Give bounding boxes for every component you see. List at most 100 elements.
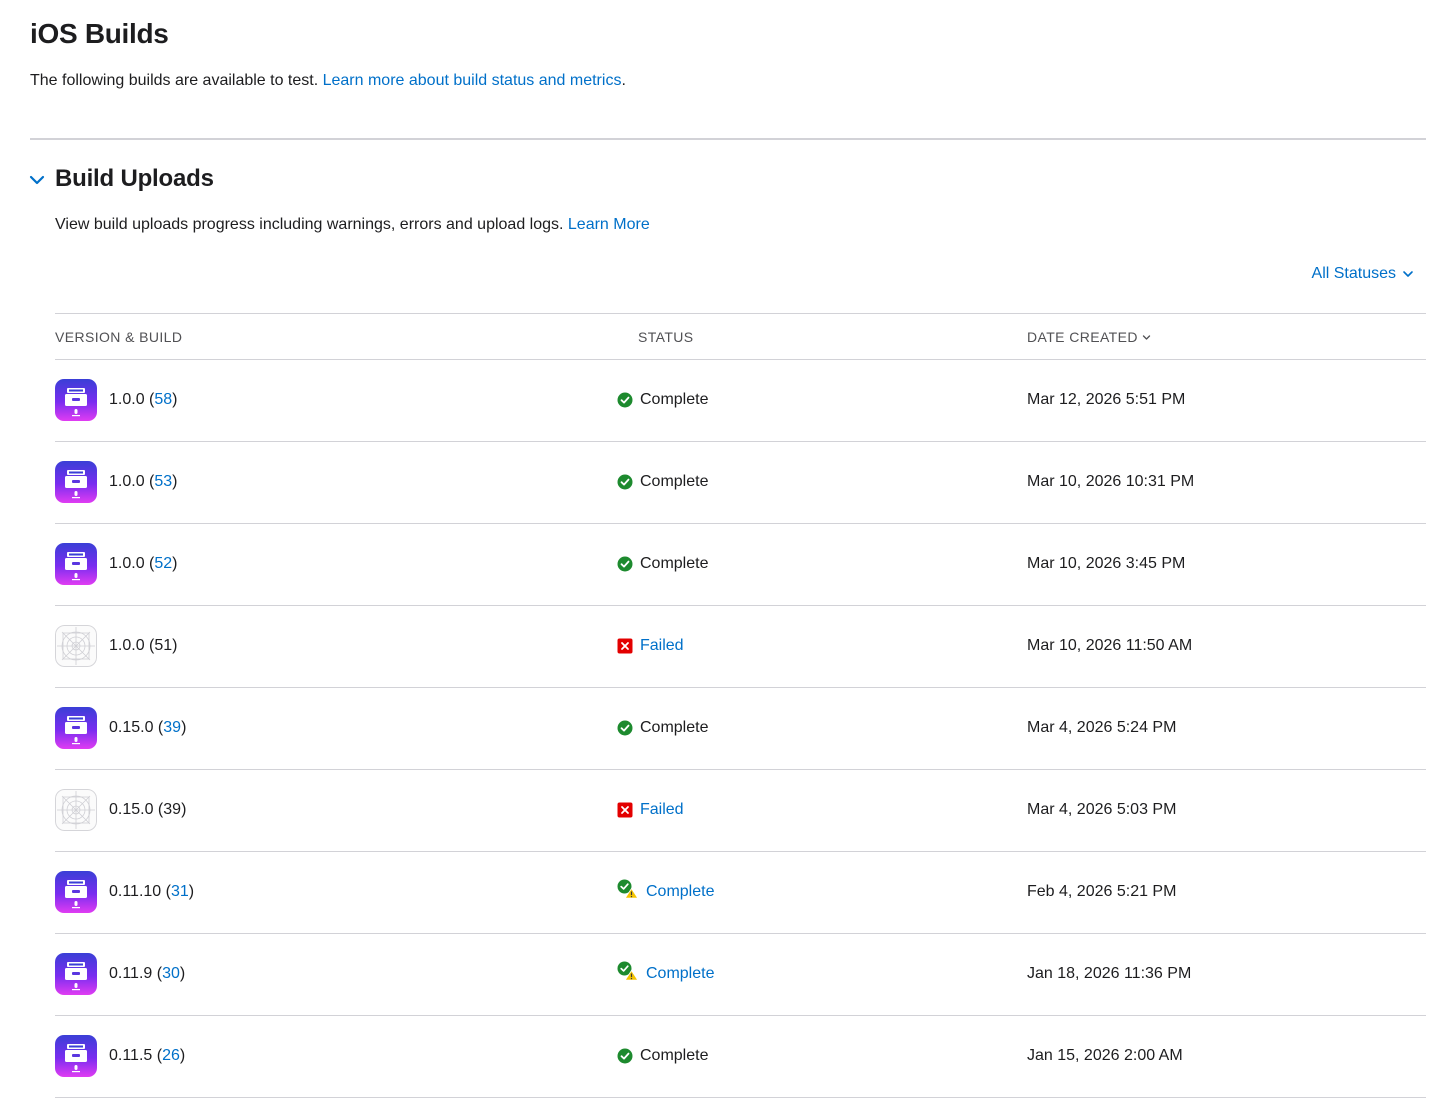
checkmark-circle-icon xyxy=(617,720,633,736)
version-number: 0.15.0 ( xyxy=(109,719,164,736)
status-link[interactable]: Complete xyxy=(646,965,714,983)
learn-more-build-status-link[interactable]: Learn more about build status and metric… xyxy=(323,72,622,89)
date-created: Mar 10, 2026 11:50 AM xyxy=(1027,637,1193,654)
status-cell: Failed xyxy=(617,801,684,819)
section-description: View build uploads progress including wa… xyxy=(55,216,650,234)
build-number-link[interactable]: 58 xyxy=(154,391,172,408)
app-icon xyxy=(55,379,97,421)
version-build: 1.0.0 (51) xyxy=(109,637,177,655)
status-label: Complete xyxy=(640,555,709,572)
status-link[interactable]: Failed xyxy=(640,637,684,655)
status-cell: Complete xyxy=(617,391,708,409)
chevron-down-icon[interactable] xyxy=(28,171,46,189)
page-intro: The following builds are available to te… xyxy=(30,72,626,90)
version-close-paren: ) xyxy=(188,883,195,900)
version-number: 1.0.0 ( xyxy=(109,391,155,408)
version-build: 1.0.0 (53) xyxy=(109,473,177,491)
app-icon xyxy=(55,461,97,503)
page-title: iOS Builds xyxy=(30,18,169,49)
status-cell: Complete xyxy=(617,879,714,901)
status-cell: Complete xyxy=(617,1047,708,1065)
build-number: 51 xyxy=(154,637,173,654)
version-close-paren: ) xyxy=(172,555,178,572)
app-icon xyxy=(55,707,97,749)
table-row[interactable]: 0.15.0 (39) Complete Mar 4, 2026 5:24 PM xyxy=(55,688,1426,770)
table-row[interactable]: 1.0.0 (51) Failed Mar 10, 2026 11:50 AM xyxy=(55,606,1426,688)
table-row[interactable]: 0.15.0 (39) Failed Mar 4, 2026 5:03 PM xyxy=(55,770,1426,852)
column-header-version: VERSION & BUILD xyxy=(55,329,183,345)
column-header-date-label: DATE CREATED xyxy=(1027,329,1138,345)
table-row[interactable]: 1.0.0 (52) Complete Mar 10, 2026 3:45 PM xyxy=(55,524,1426,606)
version-number: 0.11.9 ( xyxy=(109,965,163,982)
version-number: 0.11.10 ( xyxy=(109,883,171,900)
status-cell: Complete xyxy=(617,473,708,491)
app-icon xyxy=(55,871,97,913)
version-close-paren: ) xyxy=(181,719,187,736)
version-number: 0.11.5 ( xyxy=(109,1047,163,1064)
status-filter-dropdown[interactable]: All Statuses xyxy=(1312,265,1414,283)
status-filter-label: All Statuses xyxy=(1311,265,1396,282)
intro-text: The following builds are available to te… xyxy=(30,72,323,89)
status-label: Complete xyxy=(640,473,709,490)
checkmark-warning-icon xyxy=(617,961,639,981)
sort-chevron-icon xyxy=(1142,334,1151,340)
table-header: VERSION & BUILD STATUS DATE CREATED xyxy=(55,313,1426,360)
version-close-paren: ) xyxy=(172,391,178,408)
chevron-down-icon xyxy=(1403,271,1413,277)
build-number-link[interactable]: 52 xyxy=(154,555,172,572)
table-body: 1.0.0 (58) Complete Mar 12, 2026 5:51 PM … xyxy=(55,360,1426,1098)
version-number: 0.15.0 ( xyxy=(109,801,164,818)
status-link[interactable]: Complete xyxy=(646,883,714,901)
version-build: 0.15.0 (39) xyxy=(109,719,186,737)
version-build: 1.0.0 (52) xyxy=(109,555,177,573)
checkmark-circle-icon xyxy=(617,392,633,408)
section-description-text: View build uploads progress including wa… xyxy=(55,216,568,233)
build-uploads-table: VERSION & BUILD STATUS DATE CREATED 1.0.… xyxy=(55,313,1426,1098)
app-icon xyxy=(55,543,97,585)
version-build: 0.11.10 (31) xyxy=(109,883,194,901)
date-created: Mar 4, 2026 5:03 PM xyxy=(1027,801,1177,818)
version-close-paren: ) xyxy=(172,637,178,654)
version-number: 1.0.0 ( xyxy=(109,555,155,572)
table-row[interactable]: 0.11.9 (30) Complete Jan 18, 2026 11:36 P… xyxy=(55,934,1426,1016)
version-build: 0.15.0 (39) xyxy=(109,801,186,819)
date-created: Mar 4, 2026 5:24 PM xyxy=(1027,719,1177,736)
checkmark-circle-icon xyxy=(617,556,633,572)
version-close-paren: ) xyxy=(172,473,178,490)
placeholder-icon xyxy=(55,789,97,831)
table-row[interactable]: 1.0.0 (53) Complete Mar 10, 2026 10:31 PM xyxy=(55,442,1426,524)
date-created: Mar 10, 2026 3:45 PM xyxy=(1027,555,1186,572)
build-number-link[interactable]: 31 xyxy=(171,883,189,900)
version-number: 1.0.0 ( xyxy=(109,637,155,654)
build-number: 39 xyxy=(163,801,182,818)
date-created: Feb 4, 2026 5:21 PM xyxy=(1027,883,1177,900)
version-build: 1.0.0 (58) xyxy=(109,391,177,409)
status-cell: Complete xyxy=(617,961,714,983)
placeholder-icon xyxy=(55,625,97,667)
status-label: Complete xyxy=(640,719,709,736)
table-row[interactable]: 0.11.5 (26) Complete Jan 15, 2026 2:00 AM xyxy=(55,1016,1426,1098)
column-header-date-sort[interactable]: DATE CREATED xyxy=(1027,329,1151,345)
section-divider xyxy=(30,138,1426,140)
status-link[interactable]: Failed xyxy=(640,801,684,819)
version-build: 0.11.5 (26) xyxy=(109,1047,185,1065)
checkmark-circle-icon xyxy=(617,474,633,490)
version-build: 0.11.9 (30) xyxy=(109,965,185,983)
checkmark-warning-icon xyxy=(617,879,639,899)
build-number-link[interactable]: 39 xyxy=(163,719,181,736)
version-close-paren: ) xyxy=(181,801,187,818)
date-created: Mar 10, 2026 10:31 PM xyxy=(1027,473,1195,490)
build-number-link[interactable]: 53 xyxy=(154,473,172,490)
table-row[interactable]: 0.11.10 (31) Complete Feb 4, 2026 5:21 PM xyxy=(55,852,1426,934)
date-created: Jan 15, 2026 2:00 AM xyxy=(1027,1047,1183,1064)
app-icon xyxy=(55,1035,97,1077)
status-label: Complete xyxy=(640,391,709,408)
build-number-link[interactable]: 26 xyxy=(162,1047,180,1064)
build-number-link[interactable]: 30 xyxy=(162,965,180,982)
learn-more-link[interactable]: Learn More xyxy=(568,216,650,233)
table-row[interactable]: 1.0.0 (58) Complete Mar 12, 2026 5:51 PM xyxy=(55,360,1426,442)
status-cell: Complete xyxy=(617,555,708,573)
column-header-status: STATUS xyxy=(638,329,694,345)
version-close-paren: ) xyxy=(179,965,186,982)
date-created: Mar 12, 2026 5:51 PM xyxy=(1027,391,1186,408)
